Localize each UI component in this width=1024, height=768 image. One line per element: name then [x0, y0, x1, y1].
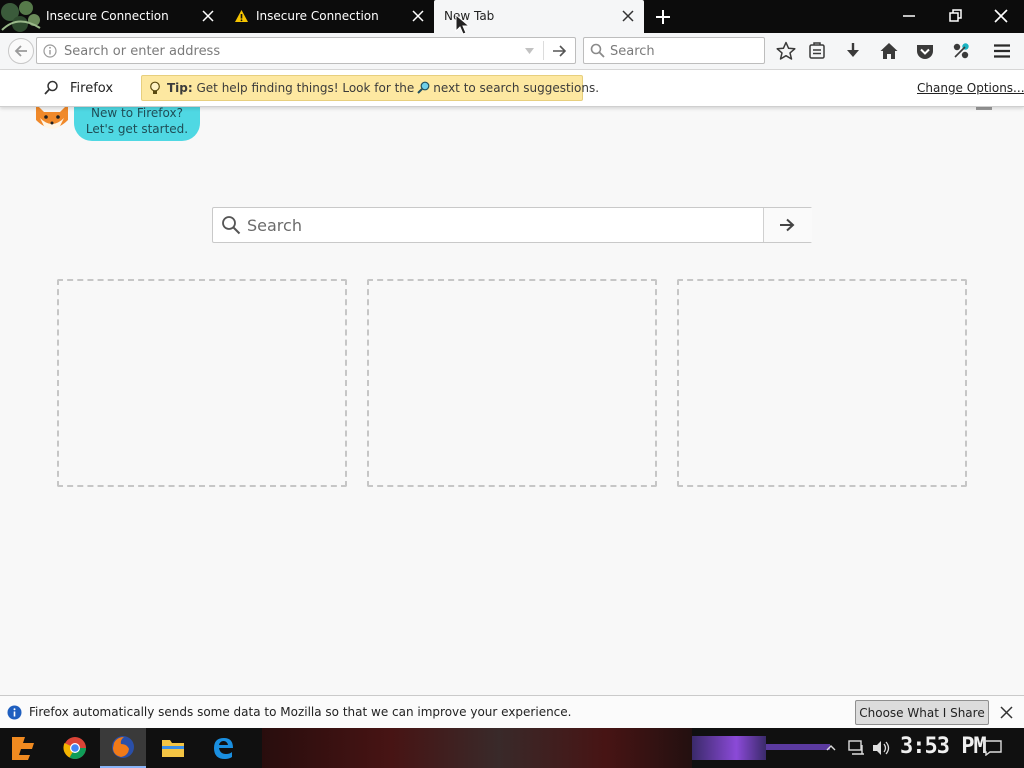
volume-icon[interactable]	[872, 740, 890, 756]
url-bar	[36, 37, 576, 64]
tab-title: Insecure Connection	[46, 9, 169, 23]
magnifier-icon	[417, 81, 430, 94]
choose-what-i-share-button[interactable]: Choose What I Share	[855, 700, 989, 725]
search-tip-bar: Firefox Tip: Get help finding things! Lo…	[0, 70, 1024, 107]
content-search-go-button[interactable]	[763, 208, 812, 242]
change-options-link[interactable]: Change Options...	[917, 81, 1024, 95]
top-site-tile-placeholder	[57, 279, 347, 487]
search-icon[interactable]	[590, 43, 605, 58]
menu-icon[interactable]	[991, 40, 1013, 62]
windows-taskbar: 3:53 PM	[0, 728, 1024, 768]
tab-insecure-connection-2[interactable]: Insecure Connection	[226, 0, 432, 33]
back-arrow-icon	[14, 45, 27, 57]
tip-text-after: next to search suggestions.	[433, 81, 600, 95]
search-icon	[44, 80, 58, 95]
mouse-cursor-icon	[455, 14, 471, 35]
restore-icon[interactable]	[945, 6, 965, 26]
onboarding-bubble[interactable]: New to Firefox? Let's get started.	[74, 102, 200, 141]
close-icon[interactable]	[1000, 706, 1013, 719]
navigation-toolbar	[0, 33, 1024, 70]
data-notification-bar: Firefox automatically sends some data to…	[0, 695, 1024, 729]
tip-label: Tip:	[167, 81, 193, 95]
tip-box: Tip: Get help finding things! Look for t…	[141, 75, 599, 101]
new-tab-plus-icon[interactable]	[653, 7, 673, 27]
start-menu-icon[interactable]	[10, 734, 40, 762]
content-search-box	[212, 207, 812, 243]
search-input[interactable]	[610, 42, 758, 60]
top-site-tile-placeholder	[367, 279, 657, 487]
search-engine-label: Firefox	[70, 81, 114, 96]
tab-title: Insecure Connection	[256, 9, 379, 23]
close-tab-icon[interactable]	[412, 10, 424, 22]
search-bar	[583, 37, 765, 64]
close-window-icon[interactable]	[991, 6, 1011, 26]
tab-insecure-connection-1[interactable]: Insecure Connection	[36, 0, 224, 33]
taskbar-wallpaper-art	[262, 728, 692, 768]
dropdown-arrow-icon[interactable]	[524, 46, 535, 56]
warning-icon	[235, 10, 248, 22]
action-center-icon[interactable]	[984, 740, 1002, 756]
notification-message: Firefox automatically sends some data to…	[29, 705, 572, 719]
tip-text: Tip: Get help finding things! Look for t…	[167, 81, 599, 95]
home-icon[interactable]	[878, 40, 900, 62]
content-search-input[interactable]	[247, 215, 747, 235]
tab-strip: Insecure Connection Insecure Connection …	[0, 0, 1024, 33]
tip-text-before: Get help finding things! Look for the	[192, 81, 415, 95]
close-tab-icon[interactable]	[202, 10, 214, 22]
reading-list-icon[interactable]	[806, 40, 828, 62]
top-site-tile-placeholder	[677, 279, 967, 487]
close-tab-icon[interactable]	[622, 10, 634, 22]
chrome-icon[interactable]	[63, 736, 87, 760]
divider	[543, 41, 544, 60]
firefox-icon	[112, 736, 134, 758]
minimize-icon[interactable]	[899, 6, 919, 26]
onboarding-text: New to Firefox? Let's get started.	[85, 106, 189, 136]
go-arrow-icon[interactable]	[552, 44, 567, 58]
download-icon[interactable]	[842, 40, 864, 62]
bookmark-star-icon[interactable]	[775, 40, 797, 62]
show-hidden-icons-chevron-icon[interactable]	[826, 743, 836, 753]
taskbar-clock[interactable]: 3:53 PM	[900, 734, 987, 759]
lightbulb-icon	[150, 81, 160, 94]
firefox-taskbar-button[interactable]	[100, 728, 146, 768]
taskbar-decoration	[692, 736, 766, 760]
taskbar-decoration	[766, 744, 830, 750]
edge-icon[interactable]	[211, 735, 235, 761]
search-icon	[222, 216, 241, 235]
info-icon	[7, 705, 22, 720]
go-arrow-icon	[780, 218, 795, 232]
back-button[interactable]	[8, 38, 34, 64]
pocket-icon[interactable]	[914, 40, 936, 62]
extension-icon[interactable]	[950, 40, 972, 62]
network-icon[interactable]	[848, 740, 866, 756]
url-input[interactable]	[64, 42, 514, 60]
file-explorer-icon[interactable]	[161, 737, 185, 759]
info-icon[interactable]	[43, 44, 57, 58]
